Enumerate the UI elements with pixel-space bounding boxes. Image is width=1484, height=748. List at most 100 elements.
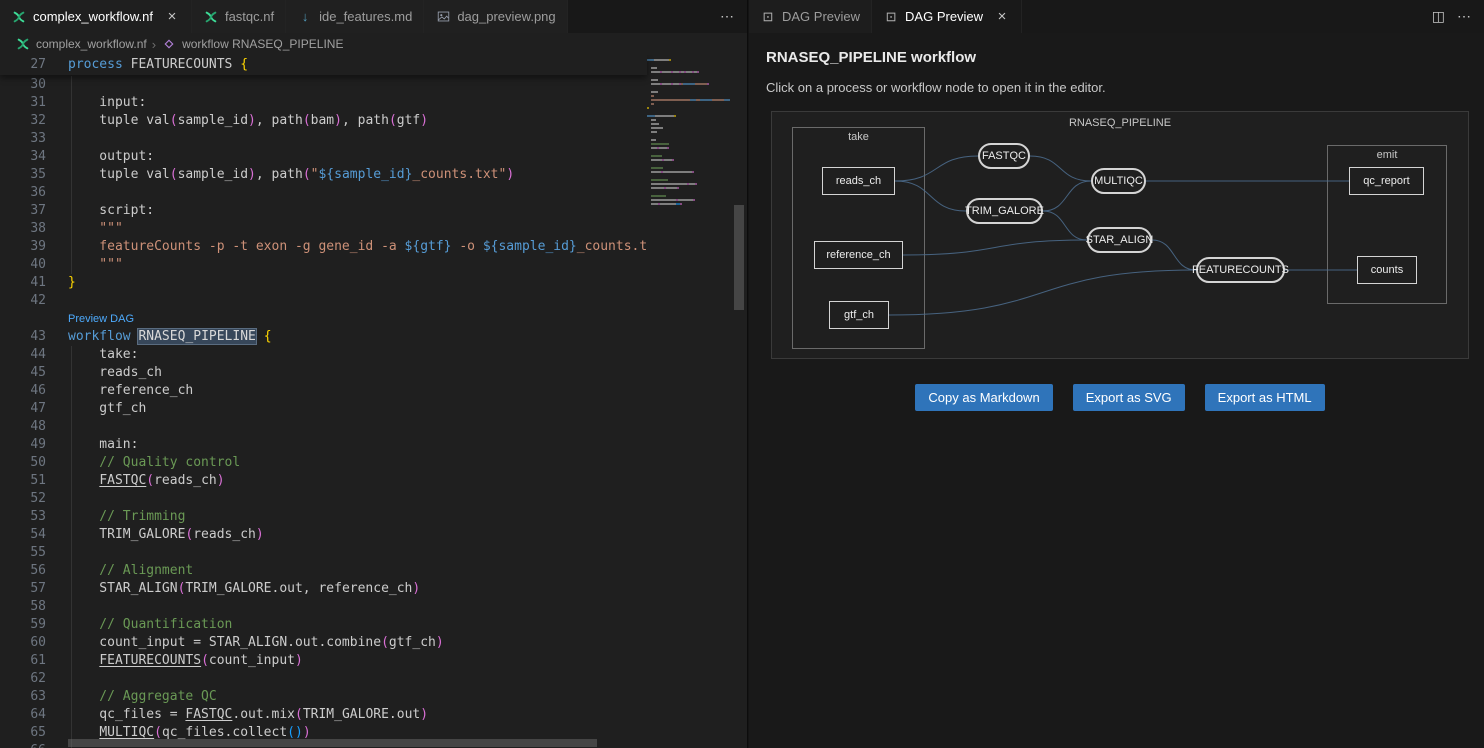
line-number[interactable]: 32 [0,112,46,130]
line-content[interactable]: process FEATURECOUNTS { [46,56,647,74]
line-number[interactable]: 62 [0,670,46,688]
horizontal-scrollbar[interactable] [68,739,597,747]
line-number[interactable]: 57 [0,580,46,598]
export-as-svg-button[interactable]: Export as SVG [1073,384,1185,411]
more-actions-icon[interactable]: ⋯ [1457,8,1471,25]
line-number[interactable]: 46 [0,382,46,400]
line-content[interactable]: FEATURECOUNTS(count_input) [46,652,747,670]
more-actions-icon[interactable]: ⋯ [720,8,734,25]
line-number[interactable]: 52 [0,490,46,508]
line-content[interactable] [46,490,747,508]
line-content[interactable]: // Trimming [46,508,747,526]
line-number[interactable]: 58 [0,598,46,616]
line-number[interactable]: 66 [0,742,46,748]
line-content[interactable]: featureCounts -p -t exon -g gene_id -a $… [46,238,747,256]
line-content[interactable]: FASTQC(reads_ch) [46,472,747,490]
line-content[interactable] [46,76,747,94]
line-number[interactable]: 36 [0,184,46,202]
line-number[interactable]: 59 [0,616,46,634]
line-content[interactable]: TRIM_GALORE(reads_ch) [46,526,747,544]
line-number[interactable]: 47 [0,400,46,418]
line-number[interactable]: 60 [0,634,46,652]
line-content[interactable]: """ [46,256,747,274]
line-number[interactable]: 31 [0,94,46,112]
line-number[interactable]: 61 [0,652,46,670]
sticky-scroll-line[interactable]: 27process FEATURECOUNTS { [0,55,647,75]
line-number[interactable]: 40 [0,256,46,274]
code-editor[interactable]: 3031 input:32 tuple val(sample_id), path… [0,55,747,748]
line-content[interactable]: // Alignment [46,562,747,580]
line-content[interactable]: take: [46,346,747,364]
breadcrumb-symbol[interactable]: workflow RNASEQ_PIPELINE [182,37,343,51]
line-content[interactable]: count_input = STAR_ALIGN.out.combine(gtf… [46,634,747,652]
line-number[interactable]: 45 [0,364,46,382]
line-number[interactable]: 54 [0,526,46,544]
tab-dag-preview-png[interactable]: dag_preview.png [424,0,567,33]
dag-node-FEATURECOUNTS[interactable]: FEATURECOUNTS [1196,257,1285,283]
line-number[interactable]: 64 [0,706,46,724]
line-content[interactable]: script: [46,202,747,220]
line-content[interactable]: qc_files = FASTQC.out.mix(TRIM_GALORE.ou… [46,706,747,724]
tab-dag-preview[interactable]: ⊡DAG Preview [749,0,872,33]
line-content[interactable]: reads_ch [46,364,747,382]
line-number[interactable]: 43 [0,328,46,346]
line-content[interactable]: gtf_ch [46,400,747,418]
line-number[interactable]: 53 [0,508,46,526]
line-content[interactable] [46,130,747,148]
line-number[interactable]: 56 [0,562,46,580]
export-as-html-button[interactable]: Export as HTML [1205,384,1325,411]
line-number[interactable]: 27 [0,56,46,74]
line-number[interactable]: 33 [0,130,46,148]
dag-node-STAR_ALIGN[interactable]: STAR_ALIGN [1087,227,1152,253]
line-content[interactable]: STAR_ALIGN(TRIM_GALORE.out, reference_ch… [46,580,747,598]
dag-node-TRIM_GALORE[interactable]: TRIM_GALORE [966,198,1043,224]
tab-fastqc-nf[interactable]: fastqc.nf [192,0,286,33]
line-number[interactable]: 37 [0,202,46,220]
line-number[interactable]: 42 [0,292,46,310]
line-number[interactable]: 44 [0,346,46,364]
line-content[interactable]: reference_ch [46,382,747,400]
line-content[interactable]: workflow RNASEQ_PIPELINE { [46,328,747,346]
line-number[interactable]: 50 [0,454,46,472]
line-number[interactable]: 55 [0,544,46,562]
line-content[interactable] [46,670,747,688]
line-number[interactable]: 34 [0,148,46,166]
line-number[interactable]: 39 [0,238,46,256]
line-content[interactable] [46,184,747,202]
dag-node-MULTIQC[interactable]: MULTIQC [1091,168,1146,194]
line-content[interactable]: """ [46,220,747,238]
line-number[interactable]: 38 [0,220,46,238]
line-content[interactable] [46,292,747,310]
minimap[interactable] [647,55,732,748]
line-content[interactable]: main: [46,436,747,454]
codelens-preview-dag[interactable]: Preview DAG [0,310,747,328]
tab-dag-preview[interactable]: ⊡DAG Preview× [872,0,1022,33]
line-content[interactable]: } [46,274,747,292]
line-content[interactable]: // Aggregate QC [46,688,747,706]
line-content[interactable] [46,544,747,562]
copy-as-markdown-button[interactable]: Copy as Markdown [915,384,1052,411]
line-content[interactable]: // Quantification [46,616,747,634]
line-number[interactable]: 49 [0,436,46,454]
breadcrumb-file[interactable]: complex_workflow.nf [36,37,147,51]
tab-ide-features-md[interactable]: ↓ide_features.md [286,0,424,33]
line-content[interactable]: output: [46,148,747,166]
line-number[interactable]: 65 [0,724,46,742]
line-number[interactable]: 63 [0,688,46,706]
vertical-scrollbar[interactable] [734,205,744,310]
split-editor-icon[interactable]: ◫ [1432,8,1445,25]
line-number[interactable]: 35 [0,166,46,184]
close-icon[interactable]: × [994,9,1010,25]
line-number[interactable]: 30 [0,76,46,94]
line-content[interactable]: tuple val(sample_id), path(bam), path(gt… [46,112,747,130]
line-content[interactable]: input: [46,94,747,112]
line-number[interactable]: 48 [0,418,46,436]
line-content[interactable] [46,418,747,436]
line-number[interactable]: 51 [0,472,46,490]
line-content[interactable]: // Quality control [46,454,747,472]
tab-complex-workflow-nf[interactable]: complex_workflow.nf× [0,0,192,33]
line-content[interactable] [46,598,747,616]
line-content[interactable]: tuple val(sample_id), path("${sample_id}… [46,166,747,184]
close-icon[interactable]: × [164,9,180,25]
line-number[interactable]: 41 [0,274,46,292]
